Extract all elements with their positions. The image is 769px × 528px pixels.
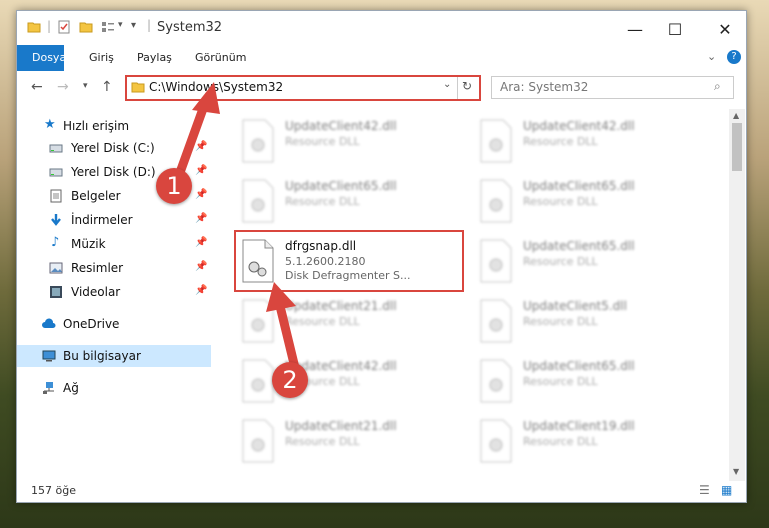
sidebar-item-onedrive[interactable]: OneDrive — [17, 313, 211, 335]
refresh-icon[interactable]: ↻ — [462, 79, 472, 93]
pin-icon: 📌 — [195, 237, 208, 248]
sidebar-item-pictures[interactable]: Resimler 📌 — [17, 257, 211, 279]
close-button[interactable]: ✕ — [707, 15, 743, 43]
file-list: UpdateClient42.dll Resource DLL UpdateCl… — [217, 109, 729, 481]
sidebar-item-music[interactable]: ♪ Müzik 📌 — [17, 233, 211, 255]
sidebar-item-downloads[interactable]: İndirmeler 📌 — [17, 209, 211, 231]
star-icon: ★ — [44, 117, 56, 132]
dll-file-icon — [480, 299, 512, 343]
properties-icon[interactable] — [57, 20, 71, 34]
address-bar[interactable]: C:\Windows\System32 ⌄ ↻ — [125, 75, 481, 101]
sidebar-item-quick-access[interactable]: ★ Hızlı erişim — [17, 115, 211, 137]
view-icon[interactable] — [101, 20, 115, 34]
drive-icon — [49, 144, 63, 153]
pin-icon: 📌 — [195, 189, 208, 200]
file-item[interactable]: UpdateClient65.dll Resource DLL — [455, 233, 685, 289]
step-1-badge: 1 — [156, 168, 192, 204]
file-item[interactable]: UpdateClient21.dll Resource DLL — [217, 293, 447, 349]
pin-icon: 📌 — [195, 261, 208, 272]
dll-file-icon — [242, 119, 274, 163]
search-placeholder: Ara: System32 — [500, 80, 589, 94]
highlight-box-file — [234, 230, 464, 292]
dll-file-icon — [242, 299, 274, 343]
search-input[interactable]: Ara: System32 ⌕ — [491, 76, 734, 99]
navigation-pane: ★ Hızlı erişim Yerel Disk (C:) 📌 Yerel D… — [17, 109, 213, 481]
file-item[interactable]: UpdateClient65.dll Resource DLL — [455, 353, 685, 409]
tiles-view-icon[interactable]: ▦ — [721, 483, 732, 497]
item-count: 157 öğe — [31, 484, 76, 497]
dll-file-icon — [480, 119, 512, 163]
computer-icon — [42, 350, 56, 362]
sidebar-item-videos[interactable]: Videolar 📌 — [17, 281, 211, 303]
dll-file-icon — [480, 419, 512, 463]
dll-file-icon — [242, 359, 274, 403]
file-item[interactable]: UpdateClient65.dll Resource DLL — [455, 173, 685, 229]
music-icon: ♪ — [51, 235, 60, 250]
dll-file-icon — [242, 419, 274, 463]
scrollbar-thumb[interactable] — [732, 123, 742, 171]
up-arrow-icon[interactable]: ↑ — [101, 79, 113, 95]
title-bar: | ▾ ▾ | System32 — ☐ ✕ — [17, 11, 746, 45]
download-icon — [51, 214, 61, 226]
document-icon — [50, 189, 62, 203]
maximize-button[interactable]: ☐ — [657, 15, 693, 43]
file-item[interactable]: UpdateClient42.dll Resource DLL — [217, 113, 447, 169]
cloud-icon — [42, 318, 56, 328]
navigation-bar: ← → ▾ ↑ C:\Windows\System32 ⌄ ↻ Ara: Sys… — [17, 71, 746, 103]
sidebar-item-this-pc[interactable]: Bu bilgisayar — [17, 345, 211, 367]
dll-file-icon — [480, 359, 512, 403]
address-path: C:\Windows\System32 — [149, 80, 284, 94]
picture-icon — [49, 262, 63, 274]
file-item[interactable]: UpdateClient42.dll Resource DLL — [455, 113, 685, 169]
minimize-button[interactable]: — — [617, 15, 653, 43]
expand-ribbon-icon[interactable]: ⌄ — [707, 50, 716, 63]
window-title: System32 — [157, 20, 223, 35]
scroll-up-icon[interactable]: ▲ — [733, 111, 739, 120]
folder-icon — [131, 82, 145, 93]
pin-icon: 📌 — [195, 165, 208, 176]
pin-icon: 📌 — [195, 213, 208, 224]
tab-share[interactable]: Paylaş — [125, 45, 184, 71]
tab-view[interactable]: Görünüm — [183, 45, 258, 71]
step-2-badge: 2 — [272, 362, 308, 398]
network-icon — [43, 382, 54, 394]
scroll-down-icon[interactable]: ▼ — [733, 467, 739, 476]
customize-toolbar-icon[interactable]: ▾ — [131, 20, 136, 31]
file-item[interactable]: UpdateClient21.dll Resource DLL — [217, 413, 447, 469]
file-item[interactable]: UpdateClient65.dll Resource DLL — [217, 173, 447, 229]
recent-locations-icon[interactable]: ▾ — [83, 81, 88, 91]
sidebar-item-network[interactable]: Ağ — [17, 377, 211, 399]
chevron-down-icon[interactable]: ▾ — [118, 20, 123, 30]
ribbon: Dosya Giriş Paylaş Görünüm ⌄ ? — [17, 45, 746, 101]
file-item[interactable]: UpdateClient19.dll Resource DLL — [455, 413, 685, 469]
tab-home[interactable]: Giriş — [77, 45, 126, 71]
details-view-icon[interactable]: ☰ — [699, 483, 710, 497]
status-bar: 157 öğe ☰ ▦ — [17, 481, 746, 502]
file-item[interactable]: UpdateClient5.dll Resource DLL — [455, 293, 685, 349]
sidebar-item-drive-c[interactable]: Yerel Disk (C:) 📌 — [17, 137, 211, 159]
back-arrow-icon[interactable]: ← — [31, 79, 43, 95]
forward-arrow-icon[interactable]: → — [57, 79, 69, 95]
vertical-scrollbar[interactable]: ▲ ▼ — [729, 109, 745, 481]
help-icon[interactable]: ? — [727, 50, 741, 64]
file-item[interactable]: UpdateClient42.dll Resource DLL — [217, 353, 447, 409]
dll-file-icon — [242, 179, 274, 223]
search-icon[interactable]: ⌕ — [714, 79, 721, 94]
pin-icon: 📌 — [195, 141, 208, 152]
drive-icon — [49, 168, 63, 177]
dll-file-icon — [480, 239, 512, 283]
dll-file-icon — [480, 179, 512, 223]
video-icon — [50, 286, 62, 298]
address-dropdown-icon[interactable]: ⌄ — [443, 79, 451, 90]
folder-icon — [27, 22, 41, 33]
pin-icon: 📌 — [195, 285, 208, 296]
new-folder-icon[interactable] — [79, 20, 93, 34]
